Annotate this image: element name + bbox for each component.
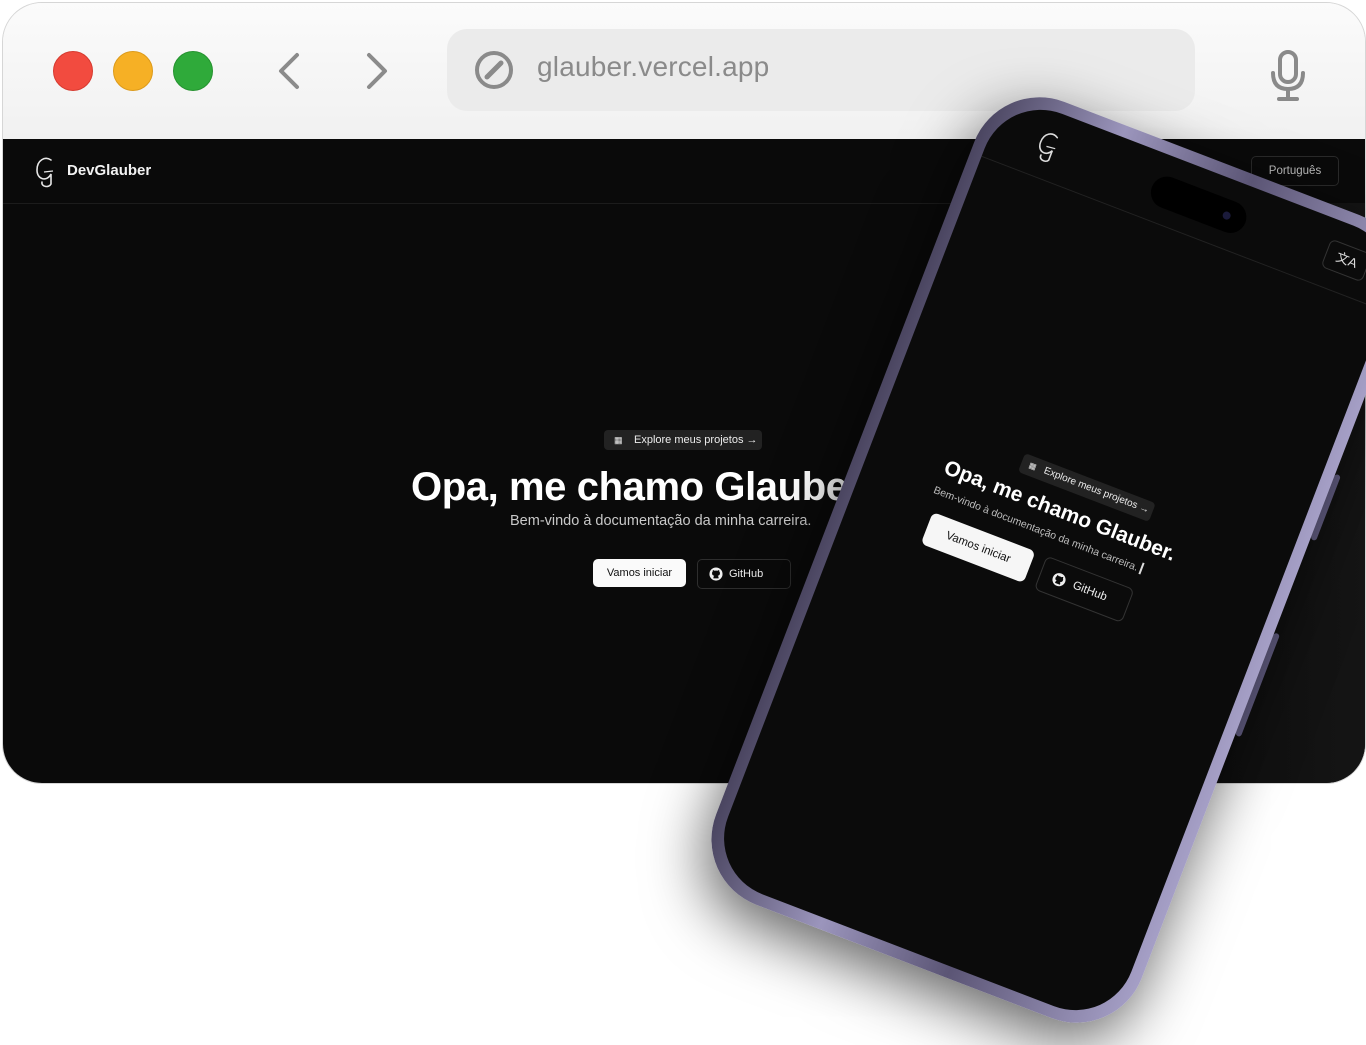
forward-arrow-icon[interactable] [357, 49, 397, 93]
minimize-window-button[interactable] [113, 51, 153, 91]
compass-icon [475, 51, 513, 89]
camera-icon [1221, 210, 1232, 221]
hero-subtitle: Bem-vindo à documentação da minha carrei… [510, 513, 812, 529]
github-icon [709, 567, 723, 581]
github-button-label: GitHub [1070, 579, 1109, 604]
url-text[interactable]: glauber.vercel.app [537, 51, 769, 83]
github-button[interactable]: GitHub [697, 559, 791, 589]
microphone-icon[interactable] [1267, 49, 1309, 103]
browser-toolbar: glauber.vercel.app [3, 3, 1365, 139]
address-bar[interactable]: glauber.vercel.app [447, 29, 1195, 111]
grid-icon: ▦ [1027, 460, 1038, 472]
close-window-button[interactable] [53, 51, 93, 91]
maximize-window-button[interactable] [173, 51, 213, 91]
text-cursor [1138, 562, 1145, 575]
back-arrow-icon[interactable] [269, 49, 309, 93]
brand-name[interactable]: DevGlauber [67, 162, 151, 179]
dynamic-island [1146, 171, 1252, 238]
explore-projects-label: Explore meus projetos → [634, 434, 758, 446]
github-button-label: GitHub [729, 568, 764, 580]
grid-icon: ▦ [614, 435, 623, 445]
start-button[interactable]: Vamos iniciar [593, 559, 686, 587]
explore-projects-pill[interactable]: ▦ Explore meus projetos → [604, 430, 762, 450]
logo-icon[interactable] [31, 154, 57, 188]
hero-title: Opa, me chamo Glauber. [411, 465, 872, 509]
translate-button[interactable]: 文A [1320, 238, 1366, 283]
github-icon [1052, 573, 1066, 587]
logo-icon[interactable] [1029, 125, 1065, 166]
